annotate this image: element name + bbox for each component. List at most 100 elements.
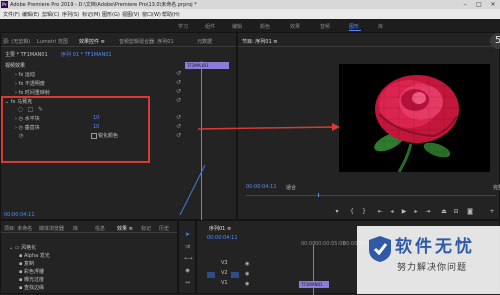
lift-icon[interactable]: ⏏ bbox=[440, 208, 448, 215]
window-title: Adobe Premiere Pro 2019 - D:\文档\Adobe\Pr… bbox=[10, 2, 197, 8]
step-back-icon[interactable]: ◂ bbox=[388, 208, 396, 215]
selection-tool-icon[interactable]: ➤ bbox=[184, 231, 191, 238]
effect-item[interactable]: ▪ 曝光过度 bbox=[19, 276, 44, 283]
effect-item[interactable]: ▪ Alpha 发光 bbox=[19, 252, 50, 259]
effect-item[interactable]: ▪ 彩色浮雕 bbox=[19, 268, 44, 275]
effect-controls-timecode[interactable]: 00:00:04:11 bbox=[4, 212, 35, 218]
settings-icon[interactable]: + bbox=[488, 208, 496, 215]
razor-tool-icon[interactable]: ◆ bbox=[184, 267, 191, 274]
source-patch-v1[interactable] bbox=[207, 272, 215, 278]
workspace-audio[interactable]: 音频 bbox=[320, 23, 330, 30]
effect-item[interactable]: ▪ 查找边缘 bbox=[19, 284, 44, 291]
folder-stylize[interactable]: ⌄ ▭ 风格化 bbox=[9, 244, 36, 251]
track-select-tool-icon[interactable]: ⇉ bbox=[184, 243, 191, 250]
workspace-assembly[interactable]: 组件 bbox=[205, 23, 215, 30]
workspace-learn[interactable]: 学习 bbox=[178, 23, 188, 30]
reset-icon[interactable]: ↺ bbox=[176, 89, 182, 95]
track-header-v1[interactable]: V1 bbox=[221, 280, 228, 286]
workspace-color[interactable]: 颜色 bbox=[260, 23, 270, 30]
export-frame-icon[interactable]: ◙ bbox=[466, 208, 474, 215]
reset-icon[interactable]: ↺ bbox=[176, 71, 182, 77]
go-to-out-icon[interactable]: ⇥ bbox=[424, 208, 432, 215]
watermark-logo-icon bbox=[369, 236, 391, 262]
play-icon[interactable]: ▶ bbox=[400, 208, 408, 215]
reset-icon[interactable]: ↺ bbox=[176, 80, 182, 86]
tab-source[interactable]: 源: (无剪辑) bbox=[3, 38, 30, 45]
master-clip-label[interactable]: 主要 * TF1MAN01 bbox=[5, 51, 48, 58]
workspace-editing[interactable]: 编辑 bbox=[232, 23, 242, 30]
tab-media-browser[interactable]: 媒体浏览器 bbox=[39, 225, 64, 232]
fit-dropdown[interactable]: 适合 bbox=[286, 184, 296, 191]
add-marker-icon[interactable]: ▾ bbox=[333, 208, 341, 215]
menu-sequence[interactable]: 序列(S) bbox=[62, 11, 79, 18]
program-video-frame bbox=[339, 64, 490, 172]
reset-icon[interactable]: ↺ bbox=[176, 115, 182, 121]
tab-program-monitor[interactable]: 节目: 序列01 ≡ bbox=[242, 38, 277, 45]
expand-chevron-icon[interactable]: › bbox=[15, 72, 17, 78]
effect-timeline-clip[interactable]: TF1MAN01 bbox=[185, 62, 229, 69]
program-scrubber[interactable] bbox=[246, 195, 496, 196]
program-playhead[interactable] bbox=[318, 193, 319, 197]
reset-icon[interactable]: ↺ bbox=[176, 98, 182, 104]
effect-name-opacity: 不透明度 bbox=[24, 81, 45, 87]
tab-divider bbox=[238, 46, 499, 47]
expand-chevron-icon[interactable]: › bbox=[15, 81, 17, 87]
maximize-button[interactable]: □ bbox=[472, 0, 486, 9]
reset-icon[interactable]: ↺ bbox=[176, 124, 182, 130]
workspace-libraries[interactable]: 库 bbox=[378, 23, 383, 30]
menu-view[interactable]: 视图(V) bbox=[122, 11, 139, 18]
tab-project[interactable]: 项目: 未命名 bbox=[4, 225, 32, 232]
program-timecode[interactable]: 00:00:04:11 bbox=[246, 184, 277, 190]
premiere-logo-icon: Pr bbox=[1, 1, 8, 8]
tab-sequence[interactable]: 序列01 ≡ bbox=[209, 225, 231, 232]
resolution-dropdown[interactable]: 完整 bbox=[493, 184, 500, 191]
effect-row-opacity[interactable]: › fx 不透明度 bbox=[15, 80, 45, 87]
eye-icon[interactable]: ◉ bbox=[245, 271, 251, 277]
effect-row-motion[interactable]: › fx 运动 bbox=[15, 71, 35, 78]
menu-graphics[interactable]: 图形(G) bbox=[102, 11, 120, 18]
tab-effect-controls[interactable]: 效果控件 ≡ bbox=[79, 38, 105, 45]
playhead-line[interactable] bbox=[201, 61, 202, 221]
menu-clip[interactable]: 剪辑(C) bbox=[42, 11, 59, 18]
tab-metadata[interactable]: 元数据 bbox=[197, 38, 212, 45]
extract-icon[interactable]: ⊟ bbox=[452, 208, 460, 215]
reset-icon[interactable]: ↺ bbox=[176, 133, 182, 139]
highlight-box bbox=[1, 96, 150, 163]
timeline-timecode[interactable]: 00:00:04:11 bbox=[207, 235, 238, 241]
minimize-button[interactable]: – bbox=[458, 0, 472, 9]
step-forward-icon[interactable]: ▸ bbox=[412, 208, 420, 215]
slip-tool-icon[interactable]: ↔ bbox=[184, 279, 191, 286]
timeline-clip-v1[interactable]: TF1MAN01 bbox=[299, 281, 329, 288]
tab-lumetri-scopes[interactable]: Lumetri 范围 bbox=[37, 38, 68, 45]
menu-file[interactable]: 文件(F) bbox=[3, 11, 20, 18]
workspace-graphics[interactable]: 图形 bbox=[349, 23, 359, 30]
tab-history[interactable]: 历史 bbox=[159, 225, 169, 232]
video-effects-header: 视频效果 bbox=[5, 63, 26, 69]
tab-markers[interactable]: 标记 bbox=[141, 225, 151, 232]
tab-effects[interactable]: 效果 ≡ bbox=[117, 225, 133, 232]
eye-icon[interactable]: ◉ bbox=[245, 261, 251, 267]
mark-out-icon[interactable]: } bbox=[360, 208, 368, 215]
eye-icon[interactable]: ◉ bbox=[245, 281, 251, 287]
track-header-v2[interactable]: V2 bbox=[221, 270, 228, 276]
menu-window[interactable]: 窗口(W) bbox=[142, 11, 161, 18]
tab-audio-clip-mixer[interactable]: 音频剪辑混合器: 序列01 bbox=[119, 38, 174, 45]
track-header-v3[interactable]: V3 bbox=[221, 260, 228, 266]
rose-image bbox=[339, 64, 490, 172]
menu-edit[interactable]: 编辑(E) bbox=[22, 11, 39, 18]
mark-in-icon[interactable]: { bbox=[348, 208, 356, 215]
effect-item[interactable]: ▪ 复制 bbox=[19, 260, 34, 267]
close-button[interactable]: ✕ bbox=[486, 0, 500, 9]
sequence-clip-label[interactable]: 序列 01 * TF1MAN01 bbox=[61, 51, 112, 58]
watermark: 软件无忧 努力解决你问题 bbox=[357, 226, 500, 294]
tools-panel: ➤ ⇉ ⟷ ◆ ↔ bbox=[178, 220, 196, 294]
menu-help[interactable]: 帮助(H) bbox=[162, 11, 180, 18]
menu-marker[interactable]: 标记(M) bbox=[82, 11, 100, 18]
ripple-edit-tool-icon[interactable]: ⟷ bbox=[184, 255, 193, 262]
workspace-effects[interactable]: 效果 bbox=[290, 23, 300, 30]
effect-row-time-remap[interactable]: › fx 时间重映射 bbox=[15, 89, 50, 96]
go-to-in-icon[interactable]: ⇤ bbox=[376, 208, 384, 215]
tab-info[interactable]: 信息 bbox=[95, 225, 105, 232]
tab-libraries[interactable]: 库 bbox=[73, 225, 78, 232]
track-target-v1[interactable] bbox=[231, 272, 239, 278]
